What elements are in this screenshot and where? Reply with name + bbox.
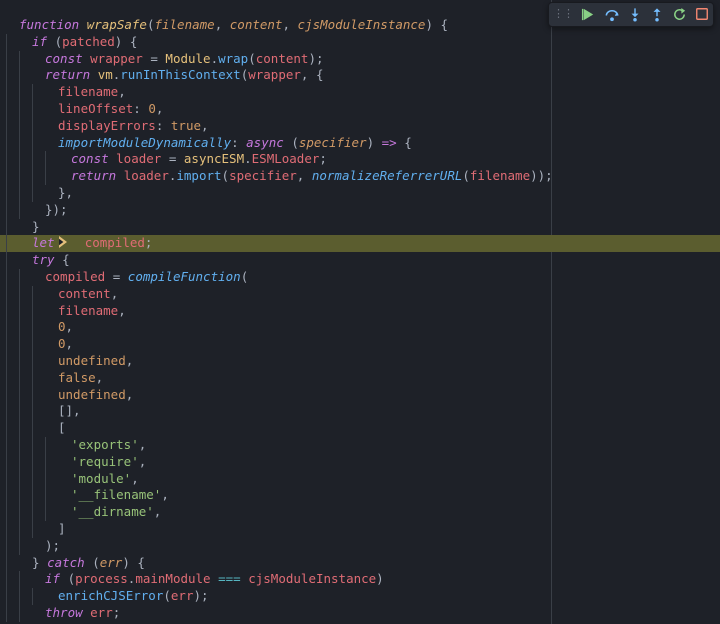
debug-toolbar: ⋮⋮ <box>548 2 714 27</box>
code-line[interactable]: '__dirname', <box>0 504 720 521</box>
code-line[interactable]: }); <box>0 202 720 219</box>
code-line[interactable]: let compiled; <box>0 235 720 252</box>
code-line[interactable]: importModuleDynamically: async (specifie… <box>0 135 720 152</box>
code-line[interactable]: return loader.import(specifier, normaliz… <box>0 168 720 185</box>
step-into-icon <box>628 7 642 22</box>
code-line[interactable]: 0, <box>0 319 720 336</box>
step-over-button[interactable] <box>604 7 620 22</box>
code-line[interactable]: lineOffset: 0, <box>0 101 720 118</box>
step-out-button[interactable] <box>650 7 664 22</box>
code-line[interactable]: [ <box>0 420 720 437</box>
restart-icon <box>672 7 687 22</box>
code-line[interactable]: false, <box>0 370 720 387</box>
code-line[interactable]: const loader = asyncESM.ESMLoader; <box>0 151 720 168</box>
stop-icon <box>695 7 709 21</box>
code-line[interactable]: content, <box>0 286 720 303</box>
code-line[interactable]: if (process.mainModule === cjsModuleInst… <box>0 571 720 588</box>
stop-button[interactable] <box>695 7 709 21</box>
step-out-icon <box>650 7 664 22</box>
code-line[interactable]: 'module', <box>0 471 720 488</box>
code-line[interactable]: 0, <box>0 336 720 353</box>
code-line[interactable]: }, <box>0 185 720 202</box>
continue-button[interactable] <box>581 7 596 22</box>
restart-button[interactable] <box>672 7 687 22</box>
code-line[interactable]: undefined, <box>0 387 720 404</box>
code-line[interactable]: ] <box>0 521 720 538</box>
step-into-button[interactable] <box>628 7 642 22</box>
code-line[interactable]: if (patched) { <box>0 34 720 51</box>
code-editor[interactable]: function wrapSafe(filename, content, cjs… <box>0 0 720 624</box>
code-line[interactable]: throw err; <box>0 605 720 622</box>
code-line[interactable]: return vm.runInThisContext(wrapper, { <box>0 67 720 84</box>
code-line[interactable]: const wrapper = Module.wrap(content); <box>0 51 720 68</box>
code-line[interactable]: enrichCJSError(err); <box>0 588 720 605</box>
grip-icon[interactable]: ⋮⋮ <box>553 6 573 23</box>
code-line[interactable]: } <box>0 219 720 236</box>
code-line[interactable]: [], <box>0 403 720 420</box>
code-line[interactable]: } catch (err) { <box>0 555 720 572</box>
code-line[interactable]: filename, <box>0 84 720 101</box>
code-line[interactable]: 'require', <box>0 454 720 471</box>
code-line[interactable]: undefined, <box>0 353 720 370</box>
code-line[interactable]: compiled = compileFunction( <box>0 269 720 286</box>
code-line[interactable]: '__filename', <box>0 487 720 504</box>
continue-icon <box>581 7 596 22</box>
code-line[interactable]: filename, <box>0 303 720 320</box>
code-line[interactable]: 'exports', <box>0 437 720 454</box>
code-line[interactable]: displayErrors: true, <box>0 118 720 135</box>
current-line-marker-icon <box>59 236 67 248</box>
step-over-icon <box>604 7 620 22</box>
code-line[interactable]: try { <box>0 252 720 269</box>
code-line[interactable]: ); <box>0 538 720 555</box>
